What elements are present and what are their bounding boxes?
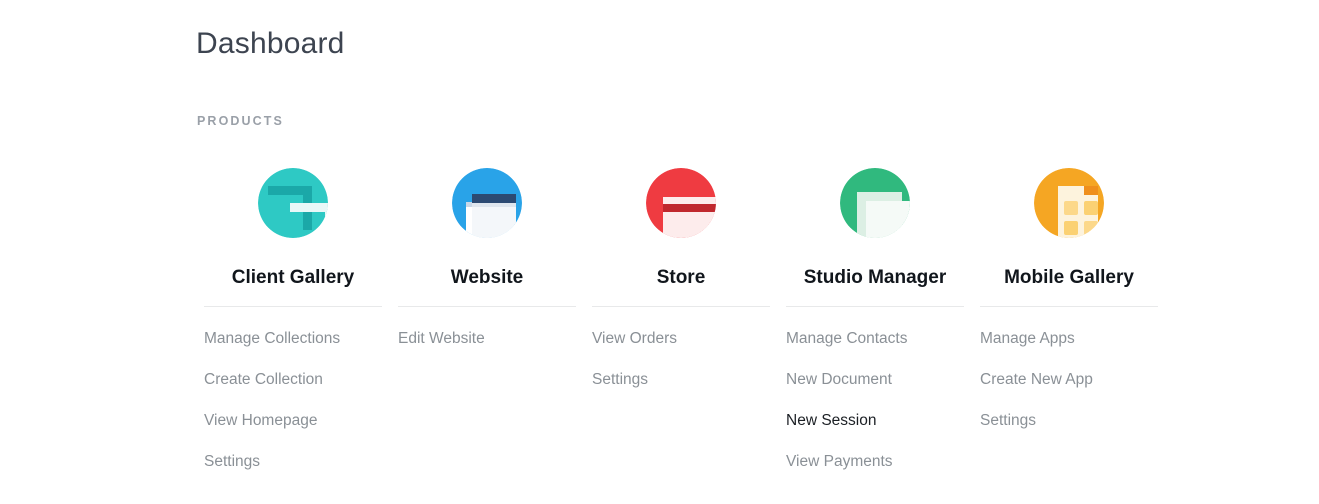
website-icon-art bbox=[452, 168, 522, 238]
column-divider bbox=[592, 306, 770, 307]
column-divider bbox=[980, 306, 1158, 307]
link-create-collection[interactable]: Create Collection bbox=[204, 370, 323, 411]
studio-manager-icon-art bbox=[840, 168, 910, 238]
column-divider bbox=[398, 306, 576, 307]
column-divider bbox=[204, 306, 382, 307]
link-list-store: View Orders Settings bbox=[592, 329, 770, 411]
store-icon[interactable] bbox=[646, 168, 716, 238]
link-list-studio-manager: Manage Contacts New Document New Session… bbox=[786, 329, 964, 493]
product-column-studio-manager: Studio Manager Manage Contacts New Docum… bbox=[778, 168, 972, 493]
website-icon[interactable] bbox=[452, 168, 522, 238]
client-gallery-icon-art bbox=[258, 168, 328, 238]
product-name: Mobile Gallery bbox=[1004, 267, 1134, 288]
link-new-session[interactable]: New Session bbox=[786, 411, 876, 452]
product-name: Store bbox=[656, 267, 706, 288]
product-column-website: Website Edit Website bbox=[390, 168, 584, 493]
product-column-store: Store View Orders Settings bbox=[584, 168, 778, 493]
product-name: Studio Manager bbox=[803, 267, 947, 288]
page-title: Dashboard bbox=[196, 27, 345, 60]
product-column-mobile-gallery: Mobile Gallery Manage Apps Create New Ap… bbox=[972, 168, 1166, 493]
link-manage-contacts[interactable]: Manage Contacts bbox=[786, 329, 908, 370]
link-view-homepage[interactable]: View Homepage bbox=[204, 411, 317, 452]
mobile-gallery-icon[interactable] bbox=[1034, 168, 1104, 238]
dashboard-page: Dashboard PRODUCTS Client Gallery Manage… bbox=[0, 0, 1319, 504]
products-grid: Client Gallery Manage Collections Create… bbox=[196, 168, 1266, 493]
product-column-client-gallery: Client Gallery Manage Collections Create… bbox=[196, 168, 390, 493]
store-icon-art bbox=[646, 168, 716, 238]
products-section-label: PRODUCTS bbox=[197, 114, 284, 128]
link-edit-website[interactable]: Edit Website bbox=[398, 329, 485, 370]
product-name: Client Gallery bbox=[231, 267, 355, 288]
link-manage-collections[interactable]: Manage Collections bbox=[204, 329, 340, 370]
column-divider bbox=[786, 306, 964, 307]
link-view-payments[interactable]: View Payments bbox=[786, 452, 893, 493]
link-settings[interactable]: Settings bbox=[204, 452, 260, 493]
link-view-orders[interactable]: View Orders bbox=[592, 329, 677, 370]
studio-manager-icon[interactable] bbox=[840, 168, 910, 238]
link-new-document[interactable]: New Document bbox=[786, 370, 892, 411]
product-name: Website bbox=[450, 267, 524, 288]
link-list-mobile-gallery: Manage Apps Create New App Settings bbox=[980, 329, 1158, 452]
link-create-new-app[interactable]: Create New App bbox=[980, 370, 1093, 411]
mobile-gallery-icon-art bbox=[1034, 168, 1104, 238]
client-gallery-icon[interactable] bbox=[258, 168, 328, 238]
link-list-client-gallery: Manage Collections Create Collection Vie… bbox=[204, 329, 382, 493]
link-settings[interactable]: Settings bbox=[592, 370, 648, 411]
link-settings[interactable]: Settings bbox=[980, 411, 1036, 452]
link-list-website: Edit Website bbox=[398, 329, 576, 370]
link-manage-apps[interactable]: Manage Apps bbox=[980, 329, 1075, 370]
